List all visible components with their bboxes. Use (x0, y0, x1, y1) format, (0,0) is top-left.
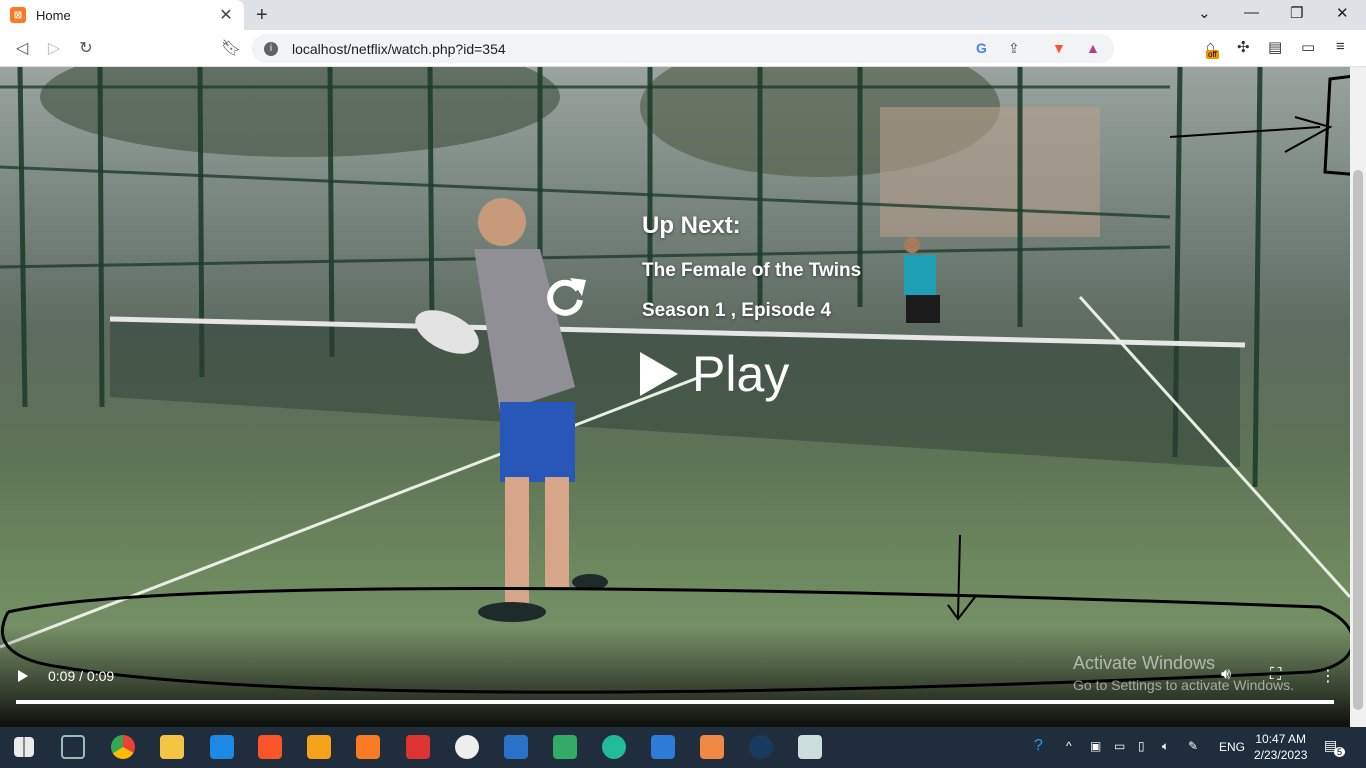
language-indicator[interactable]: ENG (1219, 740, 1245, 754)
replay-icon[interactable] (540, 270, 590, 320)
git-icon[interactable] (700, 735, 724, 759)
uc-browser-icon[interactable] (307, 735, 331, 759)
chevron-up-icon[interactable]: ^ (1066, 739, 1072, 753)
snipping-icon[interactable] (406, 735, 430, 759)
xampp-taskbar-icon[interactable] (356, 735, 380, 759)
chrome-icon[interactable] (111, 735, 135, 759)
file-explorer-icon[interactable] (160, 735, 184, 759)
app-icon-5[interactable] (798, 735, 822, 759)
minimize-button[interactable]: — (1244, 4, 1259, 21)
next-title: The Female of the Twins (642, 260, 862, 281)
google-lens-icon[interactable]: G (976, 40, 987, 56)
clock-date: 2/23/2023 (1254, 748, 1308, 762)
next-episode: Season 1 , Episode 4 (642, 300, 832, 321)
play-icon (640, 352, 678, 396)
tab-search-icon[interactable]: ⌄ (1198, 4, 1211, 22)
speaker-icon[interactable]: 🔈︎ (1162, 739, 1169, 754)
notification-count: 5 (1334, 747, 1346, 757)
play-next-button[interactable]: Play (640, 345, 789, 403)
tray-icon-1[interactable]: ▣ (1090, 739, 1101, 753)
play-label: Play (692, 346, 790, 402)
brave-icon[interactable] (258, 735, 282, 759)
vscode-icon[interactable] (210, 735, 234, 759)
taskbar: ? ^ ▣ ▭ ▯ 🔈︎ ✎ ENG 10:47 AM 2/23/2023 ▤ … (0, 727, 1366, 768)
app-icon-3[interactable] (602, 735, 626, 759)
close-window-button[interactable]: ✕ (1336, 4, 1349, 22)
back-button[interactable]: ◁ (12, 38, 32, 58)
new-tab-button[interactable]: + (256, 4, 268, 27)
watermark-line1: Activate Windows (1073, 653, 1216, 673)
extension-badge: off (1206, 50, 1219, 59)
activate-windows-watermark: Activate Windows Go to Settings to activ… (1073, 653, 1294, 693)
scrollbar-thumb[interactable] (1353, 170, 1363, 710)
progress-bar[interactable] (16, 700, 1334, 704)
more-options-icon[interactable]: ⋮ (1320, 666, 1336, 686)
clock-time: 10:47 AM (1255, 732, 1307, 746)
forward-button[interactable]: ▷ (44, 38, 64, 58)
progress-fill (16, 700, 1334, 704)
up-next-label: Up Next: (642, 212, 741, 239)
close-icon[interactable]: ✕ (218, 5, 234, 25)
address-bar[interactable]: i localhost/netflix/watch.php?id=354 G ⇪… (252, 34, 1114, 63)
brave-shields-icon[interactable]: ▼ (1052, 40, 1066, 56)
time-display: 0:09 / 0:09 (48, 668, 115, 684)
clock[interactable]: 10:47 AM 2/23/2023 (1254, 731, 1307, 763)
url-text: localhost/netflix/watch.php?id=354 (292, 40, 506, 57)
site-info-icon[interactable]: i (264, 41, 278, 56)
video-player[interactable]: Up Next: The Female of the Twins Season … (0, 67, 1350, 727)
virtualbox-icon[interactable] (61, 735, 85, 759)
reload-button[interactable]: ↻ (76, 38, 96, 58)
pen-icon[interactable]: ✎ (1188, 739, 1198, 753)
app-icon-2[interactable] (504, 735, 528, 759)
app-icon-4[interactable] (651, 735, 675, 759)
wallet-icon[interactable]: ▭ (1301, 38, 1315, 56)
brave-rewards-icon[interactable]: ▲ (1086, 40, 1100, 56)
sidebar-icon[interactable]: ▤ (1268, 38, 1282, 56)
menu-icon[interactable]: ≡ (1336, 38, 1345, 55)
extensions-puzzle-icon[interactable]: ✣ (1237, 38, 1250, 56)
battery-icon[interactable]: ▯ (1138, 739, 1145, 753)
network-app-icon[interactable] (553, 735, 577, 759)
restore-button[interactable]: ❐ (1290, 4, 1303, 22)
network-icon[interactable]: ▭ (1114, 739, 1125, 753)
watermark-line2: Go to Settings to activate Windows. (1073, 677, 1294, 693)
app-icon-1[interactable] (455, 735, 479, 759)
help-icon[interactable]: ? (1034, 737, 1043, 755)
play-pause-button[interactable] (18, 670, 28, 682)
share-icon[interactable]: ⇪ (1008, 40, 1020, 57)
browser-toolbar: ◁ ▷ ↻ 🔖︎ i localhost/netflix/watch.php?i… (0, 30, 1366, 67)
bookmark-icon[interactable]: 🔖︎ (221, 38, 241, 58)
tab-title: Home (36, 7, 71, 23)
xampp-icon: ⊠ (10, 7, 26, 23)
steam-icon[interactable] (749, 735, 773, 759)
tab-strip: ⊠ Home ✕ + ⌄ — ❐ ✕ (0, 0, 1366, 30)
tab-home[interactable]: ⊠ Home ✕ (0, 0, 244, 30)
start-icon[interactable] (14, 737, 34, 757)
